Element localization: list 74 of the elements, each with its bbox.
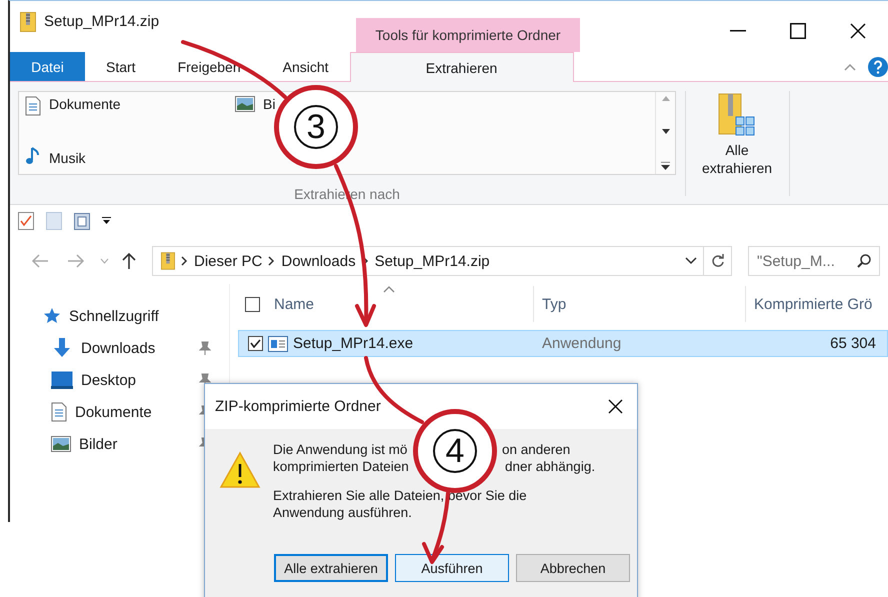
message-text: dner abhängig. <box>505 458 596 475</box>
warning-icon <box>219 451 261 489</box>
destination-item[interactable]: Musik <box>25 133 86 170</box>
chevron-down-icon <box>685 257 697 265</box>
customize-toolbar-icon[interactable] <box>102 217 111 225</box>
file-type: Anwendung <box>541 335 622 352</box>
properties-icon[interactable] <box>18 212 34 230</box>
up-arrow-icon <box>122 252 136 270</box>
search-icon <box>857 254 871 268</box>
select-all-checkbox[interactable] <box>245 296 260 312</box>
chevron-right-icon <box>268 256 276 266</box>
chevron-right-icon <box>181 256 188 266</box>
application-icon <box>268 336 288 352</box>
dialog-button[interactable]: Abbrechen <box>516 554 630 582</box>
image-icon <box>51 436 71 452</box>
ribbon-tab[interactable]: Ansicht <box>262 52 350 81</box>
breadcrumb[interactable]: Downloads <box>281 252 356 270</box>
scroll-down-icon <box>662 129 670 134</box>
nav-item[interactable]: Schnellzugriff <box>10 300 229 332</box>
image-icon <box>235 96 255 112</box>
zip-folder-icon <box>20 12 36 32</box>
back-arrow-icon <box>31 254 49 268</box>
destination-item[interactable]: Dokumente <box>25 96 121 133</box>
refresh-button[interactable] <box>704 246 732 276</box>
chevron-down-icon <box>100 258 108 264</box>
breadcrumb[interactable]: Setup_MPr14.zip <box>374 252 490 270</box>
step-number: 3 <box>294 105 338 149</box>
search-field[interactable]: "Setup_M... <box>748 246 880 276</box>
destination-item[interactable]: Bi <box>235 96 276 133</box>
dialog-button[interactable]: Alle extrahieren <box>274 554 388 582</box>
close-icon <box>850 23 866 39</box>
pin-icon <box>199 341 211 355</box>
zip-extract-icon <box>718 93 756 137</box>
music-note-icon <box>25 146 41 166</box>
maximize-icon <box>790 23 806 39</box>
minimize-icon <box>730 30 746 32</box>
file-name: Setup_MPr14.exe <box>293 335 414 352</box>
nav-item[interactable]: Downloads <box>10 332 229 364</box>
message-text: komprimierten Dateien <box>273 458 409 475</box>
refresh-icon <box>710 254 724 268</box>
extract-all-button[interactable]: Alle extrahieren <box>694 91 780 204</box>
message-text: on anderen <box>502 441 570 458</box>
nav-item[interactable]: Desktop <box>10 364 229 396</box>
document-icon <box>51 402 67 422</box>
message-text: Die Anwendung ist mö <box>273 441 408 458</box>
address-bar[interactable]: Dieser PC Downloads Setup_MPr14.zip <box>152 246 704 276</box>
more-icon <box>661 162 670 170</box>
dialog-title: ZIP-komprimierte Ordner <box>215 398 381 415</box>
column-header[interactable]: Name <box>238 286 534 322</box>
file-menu-tab[interactable]: Datei <box>10 52 85 81</box>
sort-ascending-icon <box>383 286 395 293</box>
breadcrumb[interactable]: Dieser PC <box>194 252 262 270</box>
column-header[interactable]: Typ <box>534 286 746 322</box>
ribbon-tab[interactable]: Start <box>85 52 157 81</box>
file-row[interactable]: Setup_MPr14.exe Anwendung 65 304 <box>238 330 888 357</box>
desktop-icon <box>51 371 73 389</box>
collapse-ribbon-icon <box>844 62 856 70</box>
contextual-tab-group-label: Tools für komprimierte Ordner <box>356 18 580 52</box>
step-number: 4 <box>433 429 477 473</box>
checkmark-icon <box>250 339 261 348</box>
download-arrow-icon <box>51 337 73 359</box>
window-title: Setup_MPr14.zip <box>44 13 160 30</box>
row-checkbox[interactable] <box>248 336 263 351</box>
dialog-button[interactable]: Ausführen <box>395 554 509 582</box>
column-header[interactable]: Komprimierte Grö <box>746 286 886 322</box>
star-icon <box>43 307 61 325</box>
zip-folder-icon <box>161 252 175 270</box>
scroll-up-icon <box>662 96 670 101</box>
forward-arrow-icon <box>67 254 85 268</box>
ribbon-tab[interactable]: Extrahieren <box>350 52 574 82</box>
close-icon[interactable] <box>608 399 623 414</box>
document-icon <box>25 96 41 116</box>
file-size: 65 304 <box>829 335 876 352</box>
ribbon-tab[interactable]: Freigeben <box>156 52 262 81</box>
